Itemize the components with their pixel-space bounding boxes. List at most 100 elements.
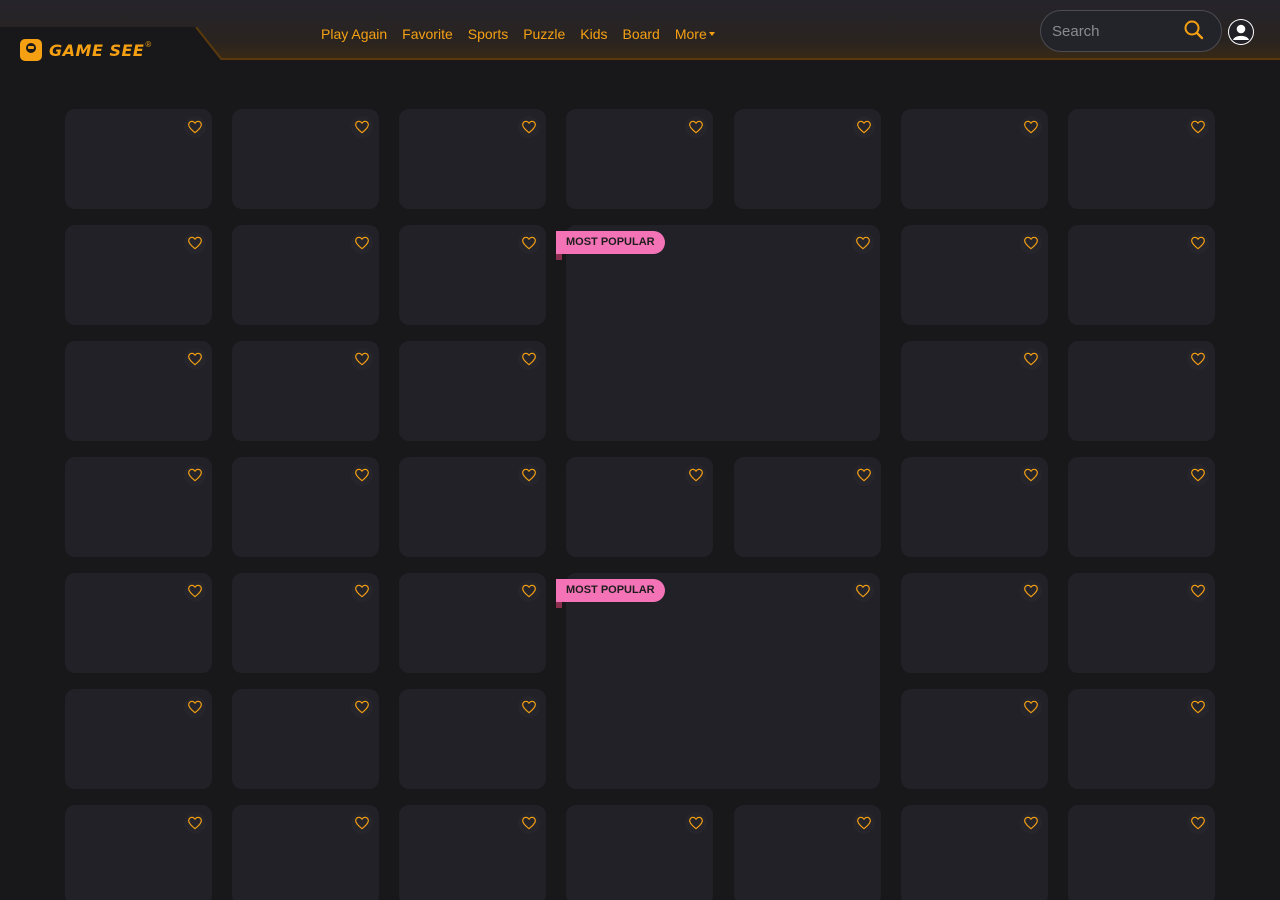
heart-icon[interactable] <box>184 580 206 602</box>
heart-icon[interactable] <box>852 232 874 254</box>
badge-ribbon-fold <box>556 602 562 608</box>
game-card[interactable] <box>399 109 546 209</box>
heart-icon[interactable] <box>685 116 707 138</box>
game-card[interactable] <box>901 805 1048 900</box>
game-card[interactable] <box>399 573 546 673</box>
game-card[interactable] <box>566 109 713 209</box>
heart-icon[interactable] <box>184 232 206 254</box>
game-card[interactable] <box>1068 457 1215 557</box>
game-card[interactable] <box>1068 225 1215 325</box>
heart-icon[interactable] <box>518 696 540 718</box>
heart-icon[interactable] <box>351 812 373 834</box>
heart-icon[interactable] <box>351 696 373 718</box>
heart-icon[interactable] <box>1020 580 1042 602</box>
heart-icon[interactable] <box>1020 696 1042 718</box>
game-card[interactable] <box>232 573 379 673</box>
game-card[interactable] <box>65 341 212 441</box>
heart-icon[interactable] <box>351 116 373 138</box>
game-card[interactable] <box>232 109 379 209</box>
search-input[interactable] <box>1052 21 1182 41</box>
heart-icon[interactable] <box>351 232 373 254</box>
game-card[interactable] <box>65 225 212 325</box>
heart-icon[interactable] <box>518 580 540 602</box>
game-card[interactable] <box>901 689 1048 789</box>
game-card[interactable] <box>399 341 546 441</box>
heart-icon[interactable] <box>685 812 707 834</box>
heart-icon[interactable] <box>1187 116 1209 138</box>
game-card[interactable] <box>901 457 1048 557</box>
heart-icon[interactable] <box>351 348 373 370</box>
game-card[interactable] <box>1068 805 1215 900</box>
featured-game-card[interactable]: MOST POPULAR <box>556 225 880 441</box>
heart-icon[interactable] <box>852 580 874 602</box>
game-card[interactable] <box>232 805 379 900</box>
heart-icon[interactable] <box>184 812 206 834</box>
game-card[interactable] <box>232 689 379 789</box>
game-card[interactable] <box>232 341 379 441</box>
search-icon[interactable] <box>1183 19 1205 41</box>
heart-icon[interactable] <box>1187 580 1209 602</box>
nav-more-dropdown[interactable]: More <box>675 26 715 42</box>
game-card[interactable] <box>65 457 212 557</box>
game-card[interactable] <box>1068 341 1215 441</box>
nav-puzzle[interactable]: Puzzle <box>523 26 565 42</box>
game-card[interactable] <box>232 225 379 325</box>
heart-icon[interactable] <box>1020 232 1042 254</box>
game-card[interactable] <box>399 689 546 789</box>
game-card[interactable] <box>566 805 713 900</box>
heart-icon[interactable] <box>853 464 875 486</box>
heart-icon[interactable] <box>1020 464 1042 486</box>
game-card[interactable] <box>901 573 1048 673</box>
heart-icon[interactable] <box>853 116 875 138</box>
game-card[interactable] <box>65 805 212 900</box>
heart-icon[interactable] <box>184 116 206 138</box>
game-card[interactable] <box>399 225 546 325</box>
heart-icon[interactable] <box>1187 696 1209 718</box>
game-card[interactable] <box>734 457 881 557</box>
heart-icon[interactable] <box>184 696 206 718</box>
nav-board[interactable]: Board <box>622 26 659 42</box>
game-card[interactable] <box>734 805 881 900</box>
featured-game-card[interactable]: MOST POPULAR <box>556 573 880 789</box>
heart-icon[interactable] <box>1187 348 1209 370</box>
game-card[interactable] <box>65 109 212 209</box>
game-card[interactable] <box>399 805 546 900</box>
heart-icon[interactable] <box>685 464 707 486</box>
game-card[interactable] <box>1068 573 1215 673</box>
game-card[interactable] <box>65 573 212 673</box>
game-card[interactable] <box>399 457 546 557</box>
game-card[interactable] <box>734 109 881 209</box>
heart-icon[interactable] <box>518 812 540 834</box>
heart-icon[interactable] <box>1187 812 1209 834</box>
heart-icon[interactable] <box>1020 348 1042 370</box>
logo-text: GAME SEE <box>49 40 145 60</box>
nav-kids[interactable]: Kids <box>580 26 607 42</box>
logo-icon <box>20 39 42 61</box>
user-avatar-icon[interactable] <box>1228 19 1254 45</box>
heart-icon[interactable] <box>518 116 540 138</box>
game-card[interactable] <box>232 457 379 557</box>
heart-icon[interactable] <box>1020 116 1042 138</box>
heart-icon[interactable] <box>351 580 373 602</box>
nav-play-again[interactable]: Play Again <box>321 26 387 42</box>
site-logo[interactable]: GAME SEE ® <box>20 39 151 61</box>
heart-icon[interactable] <box>518 232 540 254</box>
nav-sports[interactable]: Sports <box>468 26 508 42</box>
heart-icon[interactable] <box>518 464 540 486</box>
heart-icon[interactable] <box>518 348 540 370</box>
nav-favorite[interactable]: Favorite <box>402 26 453 42</box>
game-card[interactable] <box>901 225 1048 325</box>
heart-icon[interactable] <box>184 348 206 370</box>
game-card[interactable] <box>566 457 713 557</box>
heart-icon[interactable] <box>853 812 875 834</box>
heart-icon[interactable] <box>351 464 373 486</box>
heart-icon[interactable] <box>184 464 206 486</box>
game-card[interactable] <box>1068 689 1215 789</box>
game-card[interactable] <box>65 689 212 789</box>
game-card[interactable] <box>901 341 1048 441</box>
game-card[interactable] <box>1068 109 1215 209</box>
heart-icon[interactable] <box>1187 464 1209 486</box>
heart-icon[interactable] <box>1187 232 1209 254</box>
heart-icon[interactable] <box>1020 812 1042 834</box>
game-card[interactable] <box>901 109 1048 209</box>
